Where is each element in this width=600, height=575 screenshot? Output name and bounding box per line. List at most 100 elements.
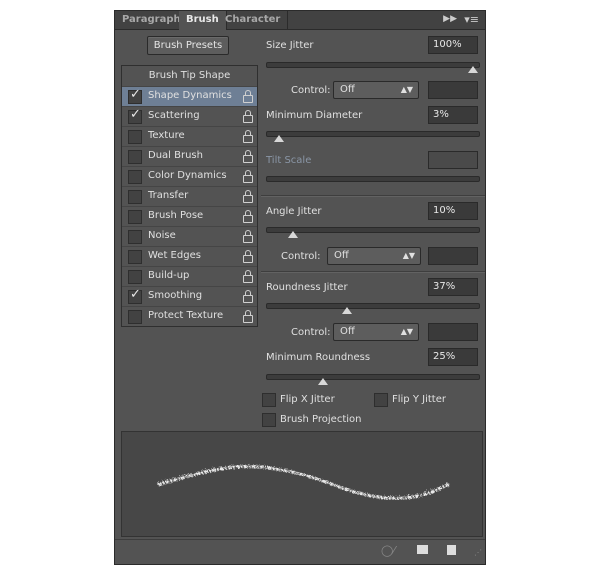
brush-panel: Paragraph Brush Character ▶▶ ▾≡ Brush Pr… xyxy=(114,10,486,565)
control-select[interactable]: Off ▲▼ xyxy=(333,81,419,99)
brush-options-list: Brush Tip Shape ✓ Shape Dynamics ✓ Scatteri… xyxy=(121,65,258,327)
roundness-jitter-field[interactable]: 37% xyxy=(428,278,478,296)
option-checkbox[interactable] xyxy=(128,310,142,324)
unlock-icon[interactable] xyxy=(243,130,253,143)
min-diameter-field[interactable]: 3% xyxy=(428,106,478,124)
tilt-scale-field xyxy=(428,151,478,169)
brush-option-build-up[interactable]: Build-up xyxy=(122,266,257,286)
brush-option-scattering[interactable]: ✓ Scattering xyxy=(122,106,257,126)
flip-y-label: Flip Y Jitter xyxy=(392,394,446,405)
updown-icon: ▲▼ xyxy=(400,327,413,336)
tab-bar: Paragraph Brush Character ▶▶ ▾≡ xyxy=(115,11,485,30)
control-select[interactable]: Off ▲▼ xyxy=(333,323,419,341)
brush-presets-button[interactable]: Brush Presets xyxy=(147,36,229,55)
control-aux-field xyxy=(428,323,478,341)
roundness-jitter-label: Roundness Jitter xyxy=(266,282,348,293)
option-label: Noise xyxy=(148,230,176,241)
control-label: Control: xyxy=(281,251,321,262)
slider-thumb[interactable] xyxy=(342,307,352,314)
tilt-scale-slider xyxy=(266,176,480,182)
check-icon: ✓ xyxy=(130,87,141,102)
option-label: Brush Pose xyxy=(148,210,204,221)
brush-option-wet-edges[interactable]: Wet Edges xyxy=(122,246,257,266)
brush-option-smoothing[interactable]: ✓ Smoothing xyxy=(122,286,257,306)
panel-footer: ◯⁄ ⋰ xyxy=(115,539,485,562)
control-label: Control: xyxy=(291,327,331,338)
roundness-jitter-slider[interactable] xyxy=(266,303,480,314)
slider-thumb[interactable] xyxy=(468,66,478,73)
option-checkbox[interactable] xyxy=(128,190,142,204)
brush-option-noise[interactable]: Noise xyxy=(122,226,257,246)
option-checkbox[interactable] xyxy=(128,130,142,144)
unlock-icon[interactable] xyxy=(243,230,253,243)
slider-thumb[interactable] xyxy=(274,135,284,142)
option-label: Build-up xyxy=(148,270,190,281)
brush-option-brush-pose[interactable]: Brush Pose xyxy=(122,206,257,226)
brush-option-color-dynamics[interactable]: Color Dynamics xyxy=(122,166,257,186)
control-select[interactable]: Off ▲▼ xyxy=(327,247,421,265)
option-label: Wet Edges xyxy=(148,250,201,261)
toggle-live-tip-icon[interactable]: ◯⁄ xyxy=(381,544,395,557)
size-jitter-field[interactable]: 100% xyxy=(428,36,478,54)
min-roundness-field[interactable]: 25% xyxy=(428,348,478,366)
flip-x-label: Flip X Jitter xyxy=(280,394,335,405)
tab-paragraph[interactable]: Paragraph xyxy=(115,11,189,29)
updown-icon: ▲▼ xyxy=(402,251,415,260)
control-aux-field xyxy=(428,247,478,265)
brush-grid-icon[interactable] xyxy=(417,545,428,554)
option-checkbox[interactable] xyxy=(128,150,142,164)
unlock-icon[interactable] xyxy=(243,90,253,103)
slider-thumb[interactable] xyxy=(318,378,328,385)
unlock-icon[interactable] xyxy=(243,270,253,283)
option-label: Texture xyxy=(148,130,185,141)
min-diameter-slider[interactable] xyxy=(266,131,480,142)
brush-stroke-preview xyxy=(121,431,483,537)
control-value: Off xyxy=(340,326,355,337)
unlock-icon[interactable] xyxy=(243,190,253,203)
check-icon: ✓ xyxy=(130,287,141,302)
brush-projection-label: Brush Projection xyxy=(280,414,362,425)
option-checkbox[interactable] xyxy=(128,170,142,184)
unlock-icon[interactable] xyxy=(243,210,253,223)
unlock-icon[interactable] xyxy=(243,310,253,323)
unlock-icon[interactable] xyxy=(243,250,253,263)
option-checkbox[interactable]: ✓ xyxy=(128,87,142,104)
tab-character[interactable]: Character xyxy=(218,11,289,29)
brush-option-shape-dynamics[interactable]: ✓ Shape Dynamics xyxy=(122,86,257,106)
brush-option-dual-brush[interactable]: Dual Brush xyxy=(122,146,257,166)
option-checkbox[interactable]: ✓ xyxy=(128,107,142,124)
slider-thumb[interactable] xyxy=(288,231,298,238)
panel-menu-icon[interactable]: ▾≡ xyxy=(464,13,479,26)
option-label: Smoothing xyxy=(148,290,203,301)
check-icon: ✓ xyxy=(130,107,141,122)
control-value: Off xyxy=(340,84,355,95)
unlock-icon[interactable] xyxy=(243,110,253,123)
collapse-icon[interactable]: ▶▶ xyxy=(443,14,457,24)
brush-option-protect-texture[interactable]: Protect Texture xyxy=(122,306,257,326)
min-roundness-slider[interactable] xyxy=(266,374,480,385)
control-label: Control: xyxy=(291,85,331,96)
divider xyxy=(261,271,485,273)
option-checkbox[interactable] xyxy=(128,230,142,244)
angle-jitter-slider[interactable] xyxy=(266,227,480,238)
option-label: Scattering xyxy=(148,110,200,121)
option-checkbox[interactable]: ✓ xyxy=(128,287,142,304)
option-checkbox[interactable] xyxy=(128,250,142,264)
option-checkbox[interactable] xyxy=(128,270,142,284)
resize-grip-icon[interactable]: ⋰ xyxy=(474,548,482,557)
flip-y-checkbox[interactable] xyxy=(374,393,388,407)
unlock-icon[interactable] xyxy=(243,170,253,183)
brush-tip-shape-item[interactable]: Brush Tip Shape xyxy=(122,66,257,86)
angle-jitter-field[interactable]: 10% xyxy=(428,202,478,220)
unlock-icon[interactable] xyxy=(243,150,253,163)
option-checkbox[interactable] xyxy=(128,210,142,224)
size-jitter-slider[interactable] xyxy=(266,62,480,73)
flip-x-checkbox[interactable] xyxy=(262,393,276,407)
brush-option-transfer[interactable]: Transfer xyxy=(122,186,257,206)
divider xyxy=(261,195,485,197)
brush-option-texture[interactable]: Texture xyxy=(122,126,257,146)
size-jitter-label: Size Jitter xyxy=(266,40,314,51)
brush-projection-checkbox[interactable] xyxy=(262,413,276,427)
unlock-icon[interactable] xyxy=(243,290,253,303)
create-new-brush-icon[interactable] xyxy=(447,545,456,555)
